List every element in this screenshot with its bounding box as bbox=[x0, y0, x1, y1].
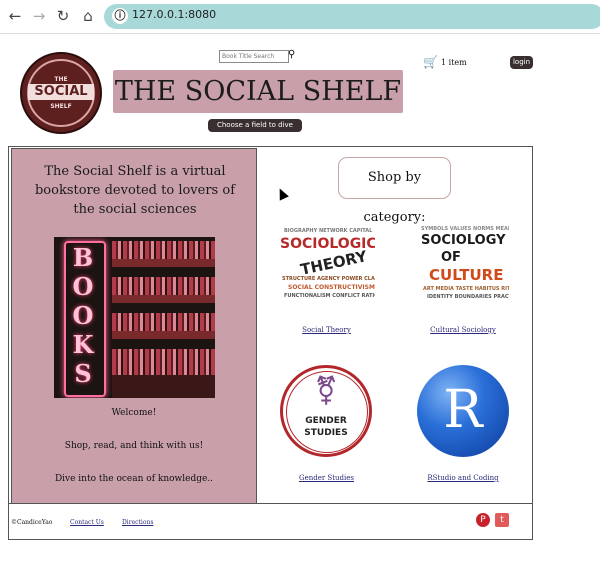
wordcloud-filler: IDENTITY BOUNDARIES PRACTICE bbox=[427, 294, 509, 300]
wordcloud-filler: BIOGRAPHY NETWORK CAPITAL bbox=[284, 228, 373, 234]
wordcloud-main: SOCIOLOGY bbox=[421, 233, 506, 248]
footer-contact-link[interactable]: Contact Us bbox=[70, 519, 104, 526]
gender-symbol-icon: ⚧ bbox=[314, 374, 338, 407]
forward-icon[interactable]: → bbox=[29, 6, 49, 26]
search-input[interactable] bbox=[219, 50, 289, 63]
photo-shelf bbox=[112, 295, 215, 303]
cultural-sociology-image[interactable]: SYMBOLS VALUES NORMS MEANING SOCIOLOGY O… bbox=[417, 224, 509, 309]
rstudio-coding-image[interactable]: R bbox=[417, 365, 509, 457]
category-link-cultural-sociology[interactable]: Cultural Sociology bbox=[417, 326, 509, 334]
address-bar[interactable]: ⓘ 127.0.0.1:8080 bbox=[104, 4, 600, 29]
neon-letter: K bbox=[72, 330, 94, 359]
badge-text: GENDER bbox=[305, 416, 347, 426]
back-icon[interactable]: ← bbox=[5, 6, 25, 26]
neon-letter: O bbox=[72, 301, 94, 330]
reload-icon[interactable]: ↻ bbox=[53, 6, 73, 26]
shop-read-think-text: Shop, read, and think with us! bbox=[64, 441, 204, 451]
books-neon-photo: B O O K S bbox=[54, 237, 215, 398]
neon-letter: B bbox=[72, 243, 94, 272]
logo-text-top: THE bbox=[54, 76, 68, 83]
logo-text-main: SOCIAL bbox=[28, 84, 94, 100]
wordcloud-filler: STRUCTURE AGENCY POWER CLASS bbox=[282, 276, 375, 282]
social-theory-image[interactable]: BIOGRAPHY NETWORK CAPITAL SOCIOLOGICAL T… bbox=[278, 224, 375, 309]
pinterest-icon[interactable]: P bbox=[476, 513, 490, 527]
category-link-social-theory[interactable]: Social Theory bbox=[278, 326, 375, 334]
store-tagline: The Social Shelf is a virtual bookstore … bbox=[34, 164, 236, 217]
category-link-gender-studies[interactable]: Gender Studies bbox=[278, 474, 375, 482]
choose-field-button[interactable]: Choose a field to dive into! bbox=[208, 119, 302, 142]
neon-letter: O bbox=[72, 272, 94, 301]
search-icon[interactable]: ⚲ bbox=[288, 49, 298, 61]
category-link-rstudio-coding[interactable]: RStudio and Coding bbox=[417, 474, 509, 482]
photo-shelf bbox=[112, 241, 215, 259]
browser-toolbar: ← → ↻ ⌂ ⓘ 127.0.0.1:8080 bbox=[0, 0, 600, 34]
footer-copyright: ©CandiceYao bbox=[11, 519, 53, 526]
wordcloud-main: OF bbox=[441, 250, 461, 265]
site-logo[interactable]: THE SOCIAL SHELF bbox=[20, 52, 102, 134]
photo-shelf bbox=[112, 277, 215, 295]
cart-count[interactable]: 1 item bbox=[441, 58, 467, 67]
welcome-text: Welcome! bbox=[111, 408, 157, 418]
photo-shelf bbox=[112, 331, 215, 339]
photo-table bbox=[112, 375, 215, 398]
site-info-icon[interactable]: ⓘ bbox=[112, 8, 128, 24]
url-text[interactable]: 127.0.0.1:8080 bbox=[132, 8, 216, 21]
r-logo-letter: R bbox=[443, 380, 483, 440]
photo-shelf bbox=[112, 313, 215, 331]
neon-letter: S bbox=[74, 359, 92, 388]
dive-ocean-text: Dive into the ocean of knowledge.. bbox=[54, 474, 214, 484]
wordcloud-filler: FUNCTIONALISM CONFLICT RATIONAL bbox=[284, 293, 375, 299]
wordcloud-filler: SYMBOLS VALUES NORMS MEANING bbox=[421, 226, 509, 232]
badge-text: STUDIES bbox=[304, 428, 348, 438]
site-title-banner: THE SOCIAL SHELF bbox=[113, 70, 403, 113]
wordcloud-filler: ART MEDIA TASTE HABITUS RITUAL bbox=[423, 286, 509, 292]
photo-shelf bbox=[112, 349, 215, 375]
footer-directions-link[interactable]: Directions bbox=[122, 519, 153, 526]
twitter-icon[interactable]: t bbox=[495, 513, 509, 527]
photo-shelf bbox=[112, 259, 215, 267]
category-heading-box: Shop by category: bbox=[338, 157, 451, 225]
logo-text-bottom: SHELF bbox=[50, 103, 72, 110]
wordcloud-main: CULTURE bbox=[429, 266, 504, 284]
site-title: THE SOCIAL SHELF bbox=[114, 76, 402, 107]
wordcloud-filler: SOCIAL CONSTRUCTIVISM bbox=[288, 284, 375, 291]
home-icon[interactable]: ⌂ bbox=[78, 6, 98, 26]
cart-icon[interactable]: 🛒 bbox=[423, 55, 438, 69]
gender-studies-image[interactable]: ⚧ GENDER STUDIES bbox=[280, 365, 372, 457]
login-button[interactable]: login bbox=[510, 56, 533, 69]
